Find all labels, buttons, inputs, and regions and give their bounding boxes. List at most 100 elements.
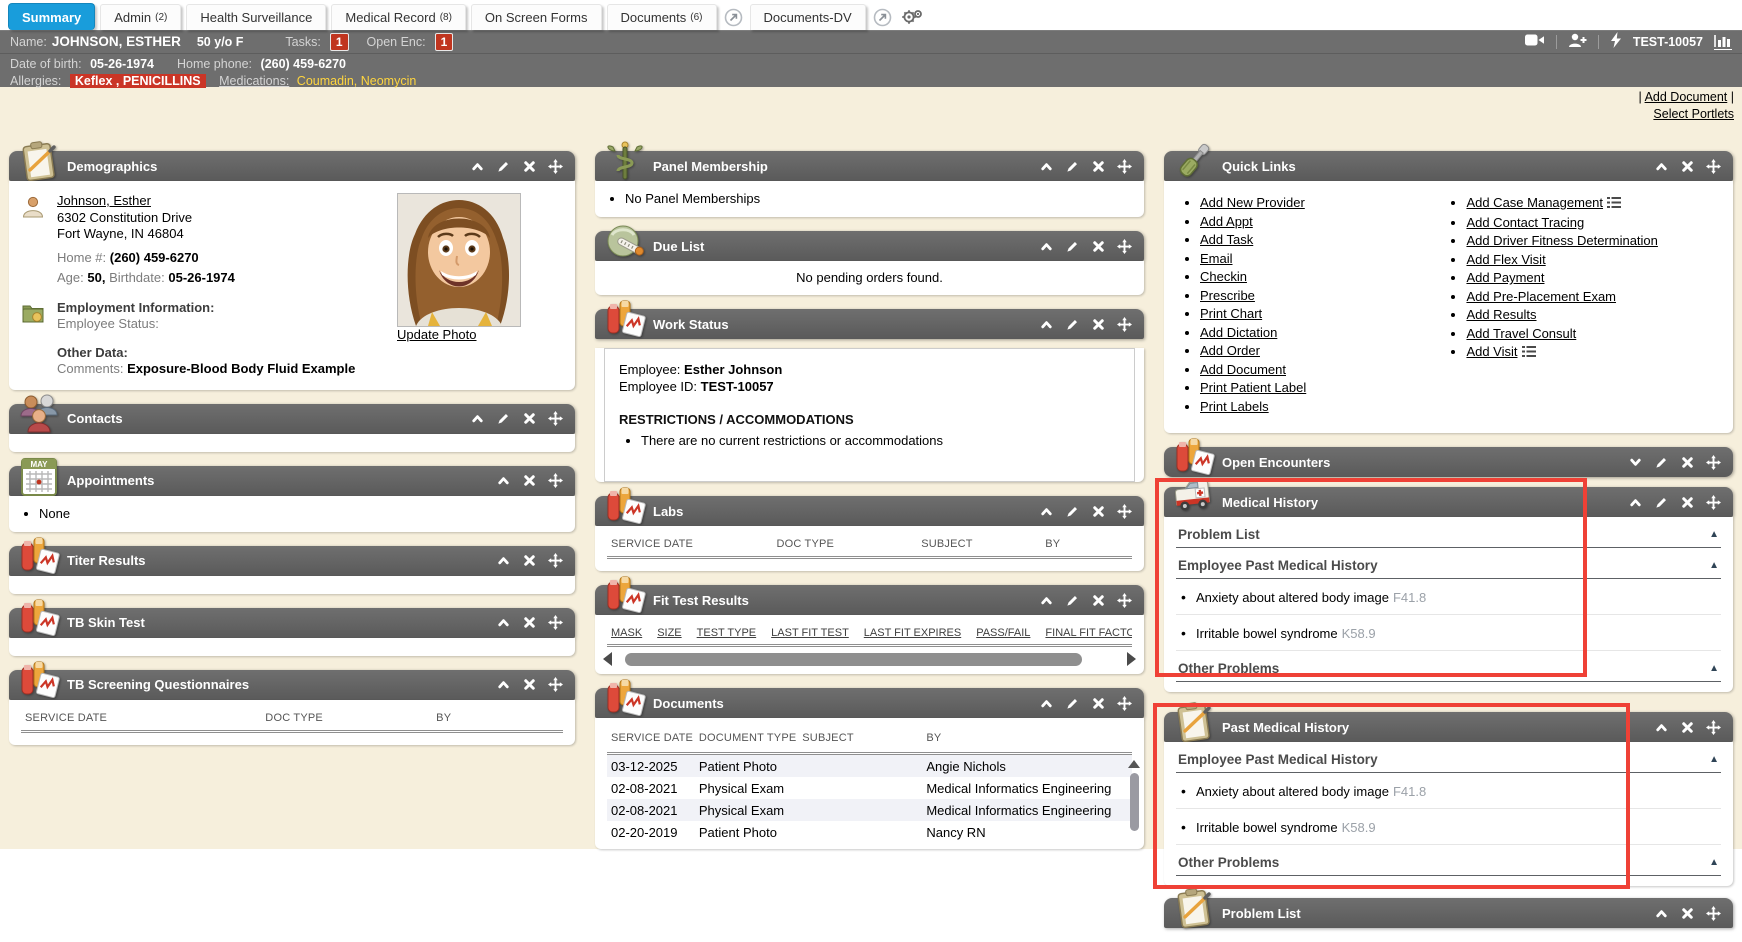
portlet-header[interactable]: Demographics bbox=[9, 151, 575, 181]
edit-pencil-icon[interactable] bbox=[1065, 317, 1080, 332]
move-icon[interactable] bbox=[1117, 159, 1132, 174]
collapse-icon[interactable] bbox=[1654, 720, 1669, 735]
tab-health-surveillance[interactable]: Health Surveillance bbox=[186, 4, 326, 30]
close-icon[interactable] bbox=[522, 615, 537, 630]
section-other-problems[interactable]: Other Problems ▲ bbox=[1176, 845, 1721, 876]
move-icon[interactable] bbox=[1117, 504, 1132, 519]
document-row[interactable]: 02-08-2021Physical ExamMedical Informati… bbox=[607, 777, 1132, 799]
column-header[interactable]: SIZE bbox=[657, 627, 681, 639]
add-document-link[interactable]: Add Document bbox=[1645, 90, 1728, 104]
quick-link[interactable]: Add Results bbox=[1466, 307, 1536, 322]
portlet-header[interactable]: Medical History bbox=[1164, 487, 1733, 517]
scrollbar-thumb[interactable] bbox=[1130, 773, 1139, 831]
portlet-header[interactable]: TB Screening Questionnaires bbox=[9, 670, 575, 700]
quick-link[interactable]: Add Pre-Placement Exam bbox=[1466, 289, 1616, 304]
close-icon[interactable] bbox=[1091, 504, 1106, 519]
quick-link[interactable]: Add Driver Fitness Determination bbox=[1466, 233, 1657, 248]
tasks-count-badge[interactable]: 1 bbox=[330, 33, 349, 51]
horizontal-scrollbar[interactable] bbox=[595, 647, 1144, 674]
quick-link[interactable]: Email bbox=[1200, 251, 1233, 266]
tab-documents-dv[interactable]: Documents-DV bbox=[750, 4, 866, 30]
portlet-header[interactable]: Contacts bbox=[9, 404, 575, 434]
portlet-header[interactable]: Problem List bbox=[1164, 898, 1733, 928]
open-enc-count-badge[interactable]: 1 bbox=[435, 33, 454, 51]
section-problem-list[interactable]: Problem List ▲ bbox=[1176, 517, 1721, 548]
close-icon[interactable] bbox=[522, 553, 537, 568]
section-other-problems[interactable]: Other Problems ▲ bbox=[1176, 651, 1721, 682]
collapse-icon[interactable] bbox=[470, 159, 485, 174]
video-camera-icon[interactable] bbox=[1525, 33, 1545, 50]
move-icon[interactable] bbox=[1706, 495, 1721, 510]
close-icon[interactable] bbox=[522, 411, 537, 426]
edit-pencil-icon[interactable] bbox=[1065, 696, 1080, 711]
portlet-header[interactable]: Titer Results bbox=[9, 546, 575, 576]
quick-link[interactable]: Add Case Management bbox=[1466, 195, 1603, 210]
portlet-header[interactable]: Labs bbox=[595, 496, 1144, 526]
collapse-icon[interactable] bbox=[496, 677, 511, 692]
column-header[interactable]: LAST FIT EXPIRES bbox=[864, 627, 961, 639]
column-header[interactable]: FINAL FIT FACTOR bbox=[1045, 627, 1132, 639]
portlet-header[interactable]: Documents bbox=[595, 688, 1144, 718]
section-collapse-icon[interactable]: ▲ bbox=[1709, 858, 1719, 868]
quick-link[interactable]: Add New Provider bbox=[1200, 195, 1305, 210]
close-icon[interactable] bbox=[1091, 239, 1106, 254]
portlet-header[interactable]: Past Medical History bbox=[1164, 712, 1733, 742]
vertical-scrollbar[interactable] bbox=[1127, 760, 1141, 849]
quick-link[interactable]: Add Flex Visit bbox=[1466, 252, 1545, 267]
move-icon[interactable] bbox=[1706, 906, 1721, 921]
close-icon[interactable] bbox=[1680, 455, 1695, 470]
edit-pencil-icon[interactable] bbox=[1654, 455, 1669, 470]
move-icon[interactable] bbox=[1117, 696, 1132, 711]
close-icon[interactable] bbox=[1680, 159, 1695, 174]
close-icon[interactable] bbox=[522, 473, 537, 488]
move-icon[interactable] bbox=[1117, 317, 1132, 332]
portlet-header[interactable]: Open Encounters bbox=[1164, 447, 1733, 477]
edit-pencil-icon[interactable] bbox=[1065, 593, 1080, 608]
section-collapse-icon[interactable]: ▲ bbox=[1709, 530, 1719, 540]
collapse-icon[interactable] bbox=[1039, 317, 1054, 332]
quick-link[interactable]: Print Chart bbox=[1200, 306, 1262, 321]
column-header[interactable]: LAST FIT TEST bbox=[771, 627, 849, 639]
portlet-header[interactable]: Fit Test Results bbox=[595, 585, 1144, 615]
column-header[interactable]: TEST TYPE bbox=[697, 627, 757, 639]
section-employee-past-medical-history[interactable]: Employee Past Medical History ▲ bbox=[1176, 548, 1721, 579]
add-person-icon[interactable] bbox=[1568, 33, 1587, 51]
scroll-right-icon[interactable] bbox=[1127, 652, 1136, 666]
scrollbar-thumb[interactable] bbox=[625, 653, 1082, 666]
close-icon[interactable] bbox=[1680, 720, 1695, 735]
popout-icon[interactable] bbox=[724, 8, 743, 27]
quick-link[interactable]: Add Dictation bbox=[1200, 325, 1277, 340]
portlet-header[interactable]: TB Skin Test bbox=[9, 608, 575, 638]
section-employee-past-medical-history[interactable]: Employee Past Medical History ▲ bbox=[1176, 742, 1721, 773]
quick-link[interactable]: Checkin bbox=[1200, 269, 1247, 284]
tab-medical-record[interactable]: Medical Record(8) bbox=[331, 4, 466, 30]
expand-icon[interactable] bbox=[1628, 455, 1643, 470]
settings-gears-icon[interactable] bbox=[901, 7, 925, 27]
update-photo-link[interactable]: Update Photo bbox=[397, 327, 477, 342]
column-header[interactable]: PASS/FAIL bbox=[976, 627, 1030, 639]
close-icon[interactable] bbox=[522, 159, 537, 174]
collapse-icon[interactable] bbox=[1039, 159, 1054, 174]
scroll-left-icon[interactable] bbox=[603, 652, 612, 666]
collapse-icon[interactable] bbox=[1039, 696, 1054, 711]
move-icon[interactable] bbox=[548, 677, 563, 692]
list-menu-icon[interactable] bbox=[1522, 345, 1536, 360]
tab-on-screen-forms[interactable]: On Screen Forms bbox=[471, 4, 602, 30]
quick-link[interactable]: Print Labels bbox=[1200, 399, 1269, 414]
move-icon[interactable] bbox=[548, 411, 563, 426]
quick-link[interactable]: Print Patient Label bbox=[1200, 380, 1306, 395]
close-icon[interactable] bbox=[1680, 906, 1695, 921]
document-row[interactable]: 02-20-2019Patient PhotoNancy RN bbox=[607, 821, 1132, 843]
lightning-bolt-icon[interactable] bbox=[1610, 32, 1622, 51]
collapse-icon[interactable] bbox=[496, 553, 511, 568]
select-portlets-link[interactable]: Select Portlets bbox=[1653, 107, 1734, 121]
medications-value[interactable]: Coumadin, Neomycin bbox=[297, 74, 417, 88]
move-icon[interactable] bbox=[548, 473, 563, 488]
close-icon[interactable] bbox=[522, 677, 537, 692]
list-menu-icon[interactable] bbox=[1607, 196, 1621, 211]
quick-link[interactable]: Add Task bbox=[1200, 232, 1253, 247]
portlet-header[interactable]: MAY Appointments bbox=[9, 466, 575, 496]
quick-link[interactable]: Add Contact Tracing bbox=[1466, 215, 1584, 230]
close-icon[interactable] bbox=[1091, 696, 1106, 711]
flowsheet-chart-icon[interactable] bbox=[1714, 34, 1732, 50]
